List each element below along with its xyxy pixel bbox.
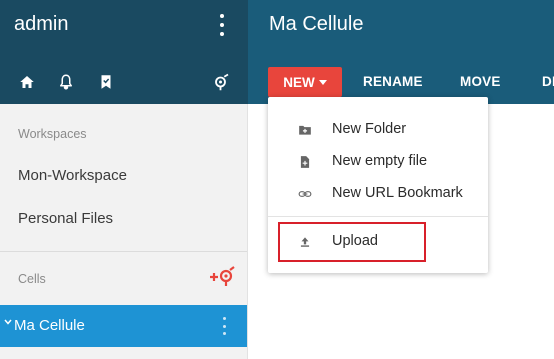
cell-options-kebab-icon[interactable] <box>221 317 227 335</box>
menu-item-new-empty-file[interactable]: New empty file <box>268 146 488 178</box>
home-icon[interactable] <box>18 73 36 91</box>
menu-item-label: New Folder <box>332 121 407 137</box>
link-icon <box>298 187 312 201</box>
sidebar-item-label: Mon-Workspace <box>18 167 127 184</box>
pydio-logo-icon[interactable] <box>213 73 231 91</box>
bookmark-icon[interactable] <box>97 73 115 91</box>
workspaces-section-label: Workspaces <box>18 127 87 141</box>
sidebar-header: admin <box>0 0 248 104</box>
active-cell-label: Ma Cellule <box>14 317 85 334</box>
bell-icon[interactable] <box>57 73 75 91</box>
sidebar: admin Workspaces Mon-Workspace Personal … <box>0 0 248 359</box>
menu-divider <box>268 216 488 217</box>
caret-down-icon <box>318 80 327 85</box>
sidebar-item-label: Personal Files <box>18 210 114 227</box>
menu-item-upload[interactable]: Upload <box>268 226 488 258</box>
cells-section-label: Cells <box>18 272 46 286</box>
sidebar-item-personal-files[interactable]: Personal Files <box>0 199 247 239</box>
sidebar-item-mon-workspace[interactable]: Mon-Workspace <box>0 156 247 196</box>
menu-item-label: New empty file <box>332 153 428 169</box>
truncated-toolbar-button[interactable]: DI <box>542 74 554 89</box>
chevron-down-icon[interactable] <box>4 318 12 326</box>
move-button[interactable]: MOVE <box>460 74 501 89</box>
page-title: Ma Cellule <box>269 13 364 35</box>
folder-plus-icon <box>298 123 312 137</box>
menu-item-new-folder[interactable]: New Folder <box>268 114 488 146</box>
rename-button[interactable]: RENAME <box>363 74 423 89</box>
sidebar-divider <box>0 251 247 252</box>
user-name[interactable]: admin <box>14 13 68 36</box>
menu-item-label: Upload <box>332 233 378 249</box>
menu-item-label: New URL Bookmark <box>332 185 463 201</box>
new-dropdown-menu: New Folder New empty file New URL Bookma… <box>268 97 488 273</box>
menu-item-new-url-bookmark[interactable]: New URL Bookmark <box>268 178 488 210</box>
user-menu-kebab-icon[interactable] <box>217 14 227 36</box>
new-button-label: NEW <box>283 74 315 90</box>
upload-icon <box>298 235 312 249</box>
add-cell-icon[interactable] <box>208 264 236 288</box>
sidebar-item-ma-cellule[interactable]: Ma Cellule <box>0 305 247 347</box>
main-header: Ma Cellule NEW RENAME MOVE DI <box>248 0 554 104</box>
new-button[interactable]: NEW <box>268 67 342 97</box>
file-plus-icon <box>298 155 312 169</box>
